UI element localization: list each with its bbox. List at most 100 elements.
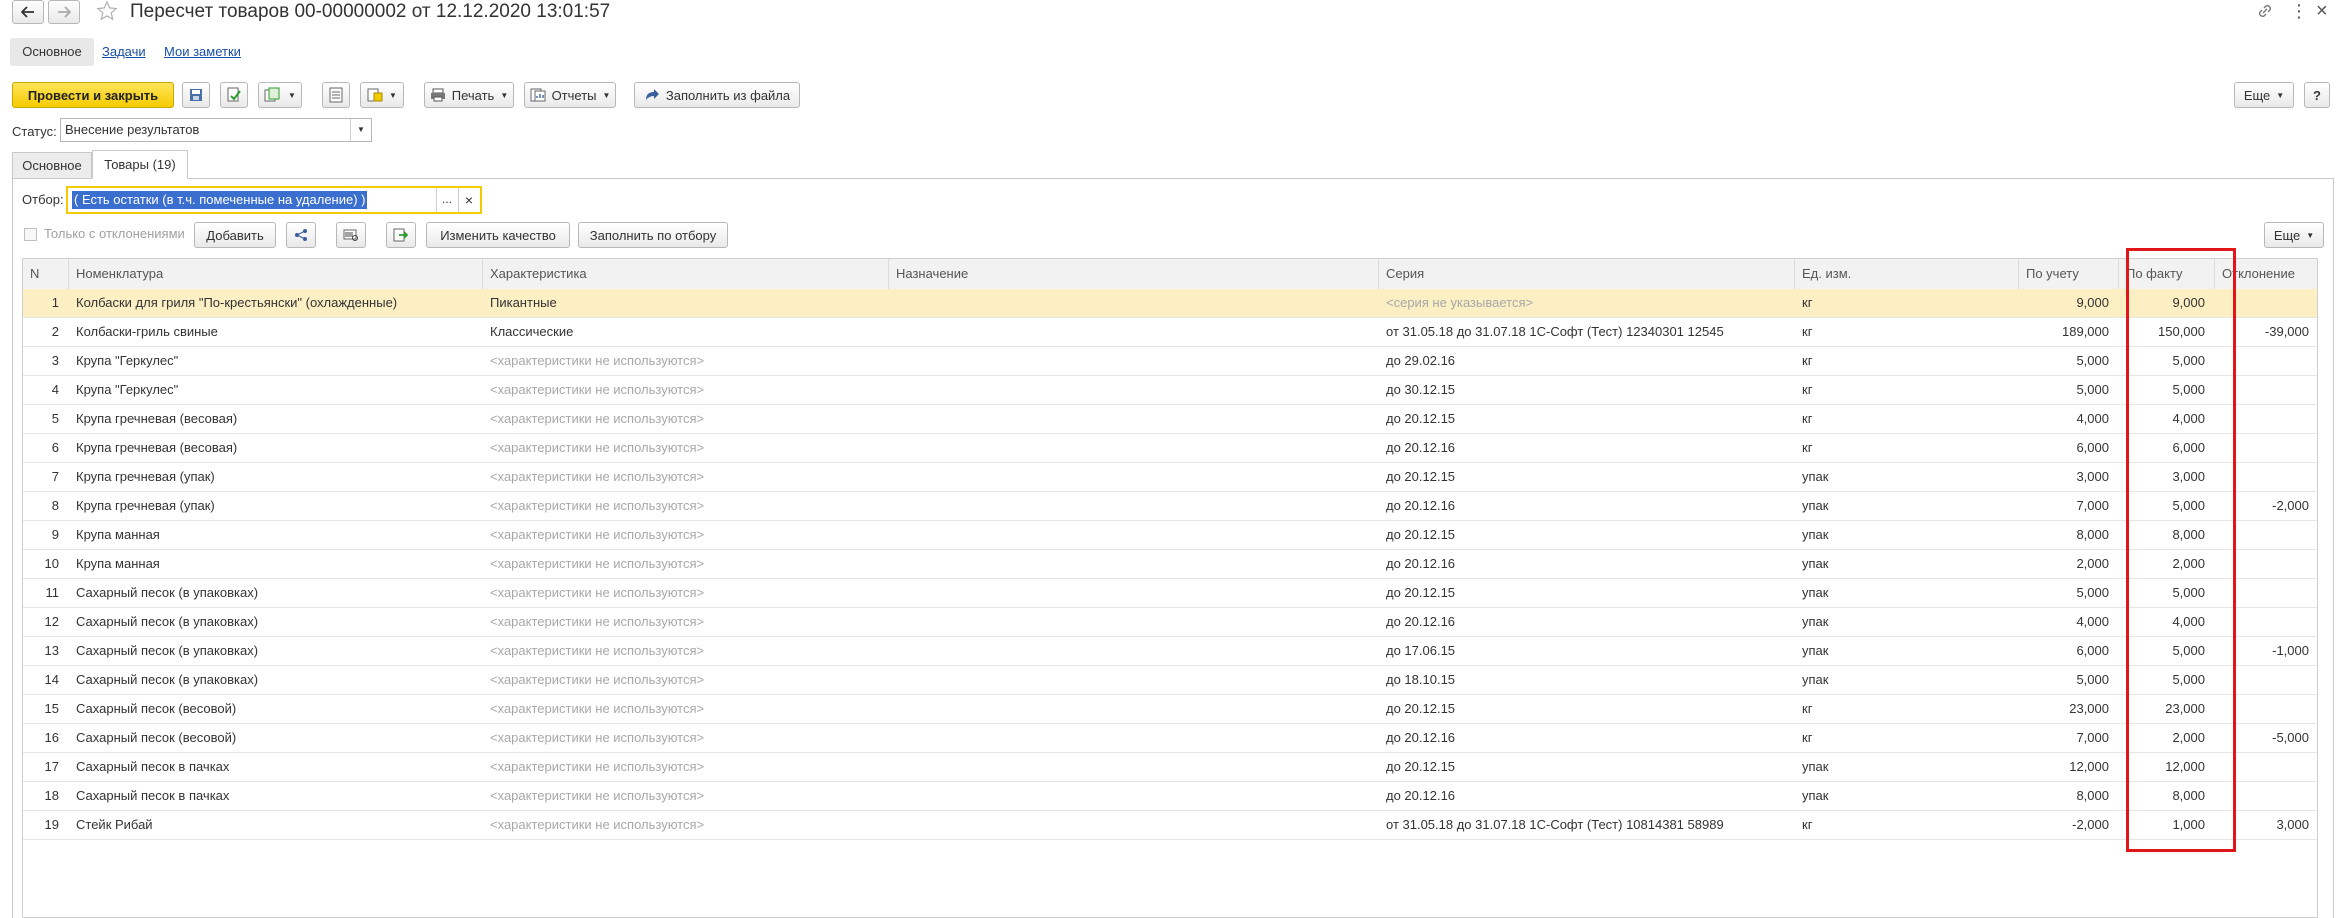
table-row[interactable]: 18 Сахарный песок в пачках <характеристики… — [23, 782, 2317, 811]
barcode-search-button[interactable] — [336, 222, 366, 248]
cell-characteristic[interactable]: <характеристики не используются> — [483, 405, 889, 433]
cell-purpose[interactable] — [889, 289, 1379, 317]
cell-purpose[interactable] — [889, 782, 1379, 810]
table-row[interactable]: 7 Крупа гречневая (упак) <характеристики н… — [23, 463, 2317, 492]
cell-series[interactable]: до 20.12.16 — [1379, 782, 1795, 810]
cell-purpose[interactable] — [889, 666, 1379, 694]
cell-book-qty[interactable]: 189,000 — [2019, 318, 2119, 346]
cell-item[interactable]: Крупа "Геркулес" — [69, 376, 483, 404]
cell-series[interactable]: до 20.12.15 — [1379, 405, 1795, 433]
cell-characteristic[interactable]: <характеристики не используются> — [483, 579, 889, 607]
cell-book-qty[interactable]: 6,000 — [2019, 637, 2119, 665]
cell-deviation[interactable] — [2215, 666, 2319, 694]
cell-item[interactable]: Крупа гречневая (весовая) — [69, 405, 483, 433]
table-row[interactable]: 6 Крупа гречневая (весовая) <характеристик… — [23, 434, 2317, 463]
filter-value[interactable]: ( Есть остатки (в т.ч. помеченные на уда… — [72, 191, 368, 209]
col-header-n[interactable]: N — [23, 259, 69, 289]
table-row[interactable]: 14 Сахарный песок (в упаковках) <характери… — [23, 666, 2317, 695]
cell-fact-qty[interactable]: 8,000 — [2119, 521, 2215, 549]
cell-fact-qty[interactable]: 6,000 — [2119, 434, 2215, 462]
create-based-on-button[interactable]: ▼ — [258, 82, 302, 108]
cell-series[interactable]: до 20.12.15 — [1379, 579, 1795, 607]
cell-purpose[interactable] — [889, 724, 1379, 752]
cell-characteristic[interactable]: <характеристики не используются> — [483, 347, 889, 375]
status-dropdown-button[interactable]: ▼ — [350, 119, 371, 141]
favorite-star-icon[interactable] — [96, 0, 120, 24]
cell-fact-qty[interactable]: 2,000 — [2119, 724, 2215, 752]
cell-fact-qty[interactable]: 5,000 — [2119, 579, 2215, 607]
add-button[interactable]: Добавить — [194, 222, 276, 248]
cell-item[interactable]: Сахарный песок (весовой) — [69, 724, 483, 752]
table-row[interactable]: 17 Сахарный песок в пачках <характеристики… — [23, 753, 2317, 782]
cell-book-qty[interactable]: 23,000 — [2019, 695, 2119, 723]
cell-purpose[interactable] — [889, 434, 1379, 462]
cell-item[interactable]: Сахарный песок (в упаковках) — [69, 579, 483, 607]
cell-n[interactable]: 17 — [23, 753, 69, 781]
cell-book-qty[interactable]: 8,000 — [2019, 521, 2119, 549]
cell-item[interactable]: Крупа гречневая (упак) — [69, 492, 483, 520]
help-button[interactable]: ? — [2304, 82, 2330, 108]
cell-deviation[interactable] — [2215, 695, 2319, 723]
col-header-deviation[interactable]: Отклонение — [2215, 259, 2319, 289]
cell-fact-qty[interactable]: 5,000 — [2119, 666, 2215, 694]
cell-n[interactable]: 3 — [23, 347, 69, 375]
cell-n[interactable]: 12 — [23, 608, 69, 636]
table-row[interactable]: 5 Крупа гречневая (весовая) <характеристик… — [23, 405, 2317, 434]
cell-n[interactable]: 1 — [23, 289, 69, 317]
cell-unit[interactable]: кг — [1795, 405, 2019, 433]
document-structure-button[interactable] — [322, 82, 350, 108]
cell-fact-qty[interactable]: 2,000 — [2119, 550, 2215, 578]
cell-fact-qty[interactable]: 12,000 — [2119, 753, 2215, 781]
cell-unit[interactable]: кг — [1795, 811, 2019, 839]
cell-unit[interactable]: упак — [1795, 463, 2019, 491]
table-row[interactable]: 4 Крупа "Геркулес" <характеристики не испо… — [23, 376, 2317, 405]
cell-book-qty[interactable]: 9,000 — [2019, 289, 2119, 317]
cell-item[interactable]: Крупа гречневая (весовая) — [69, 434, 483, 462]
cell-deviation[interactable]: 3,000 — [2215, 811, 2319, 839]
cell-characteristic[interactable]: <характеристики не используются> — [483, 376, 889, 404]
cell-item[interactable]: Сахарный песок (в упаковках) — [69, 666, 483, 694]
forward-button[interactable] — [48, 0, 80, 24]
cell-unit[interactable]: кг — [1795, 434, 2019, 462]
cell-deviation[interactable] — [2215, 521, 2319, 549]
status-select[interactable]: Внесение результатов ▼ — [60, 118, 372, 142]
cell-purpose[interactable] — [889, 405, 1379, 433]
cell-deviation[interactable]: -5,000 — [2215, 724, 2319, 752]
cell-n[interactable]: 9 — [23, 521, 69, 549]
filter-select-button[interactable]: ... — [436, 188, 457, 212]
cell-book-qty[interactable]: 2,000 — [2019, 550, 2119, 578]
cell-book-qty[interactable]: 7,000 — [2019, 492, 2119, 520]
filter-field[interactable]: ( Есть остатки (в т.ч. помеченные на уда… — [66, 186, 482, 214]
cell-item[interactable]: Колбаски-гриль свиные — [69, 318, 483, 346]
table-row[interactable]: 8 Крупа гречневая (упак) <характеристики н… — [23, 492, 2317, 521]
cell-unit[interactable]: упак — [1795, 521, 2019, 549]
cell-item[interactable]: Крупа манная — [69, 521, 483, 549]
cell-book-qty[interactable]: 4,000 — [2019, 608, 2119, 636]
doc-tab-main[interactable]: Основное — [12, 152, 92, 178]
table-row[interactable]: 11 Сахарный песок (в упаковках) <характери… — [23, 579, 2317, 608]
col-header-book-qty[interactable]: По учету — [2019, 259, 2119, 289]
table-row[interactable]: 19 Стейк Рибай <характеристики не использу… — [23, 811, 2317, 840]
cell-series[interactable]: до 30.12.15 — [1379, 376, 1795, 404]
cell-deviation[interactable] — [2215, 405, 2319, 433]
cell-characteristic[interactable]: <характеристики не используются> — [483, 637, 889, 665]
cell-purpose[interactable] — [889, 695, 1379, 723]
cell-series[interactable]: до 20.12.16 — [1379, 550, 1795, 578]
cell-unit[interactable]: упак — [1795, 579, 2019, 607]
back-button[interactable] — [12, 0, 44, 24]
cell-series[interactable]: до 20.12.16 — [1379, 492, 1795, 520]
cell-book-qty[interactable]: 6,000 — [2019, 434, 2119, 462]
cell-deviation[interactable] — [2215, 463, 2319, 491]
cell-series[interactable]: до 20.12.15 — [1379, 521, 1795, 549]
cell-series[interactable]: до 20.12.16 — [1379, 434, 1795, 462]
cell-n[interactable]: 2 — [23, 318, 69, 346]
cell-deviation[interactable]: -39,000 — [2215, 318, 2319, 346]
cell-fact-qty[interactable]: 5,000 — [2119, 637, 2215, 665]
cell-item[interactable]: Крупа гречневая (упак) — [69, 463, 483, 491]
cell-book-qty[interactable]: 4,000 — [2019, 405, 2119, 433]
table-row[interactable]: 3 Крупа "Геркулес" <характеристики не испо… — [23, 347, 2317, 376]
cell-series[interactable]: до 20.12.15 — [1379, 695, 1795, 723]
col-header-series[interactable]: Серия — [1379, 259, 1795, 289]
cell-unit[interactable]: упак — [1795, 492, 2019, 520]
link-icon[interactable] — [2256, 2, 2274, 23]
